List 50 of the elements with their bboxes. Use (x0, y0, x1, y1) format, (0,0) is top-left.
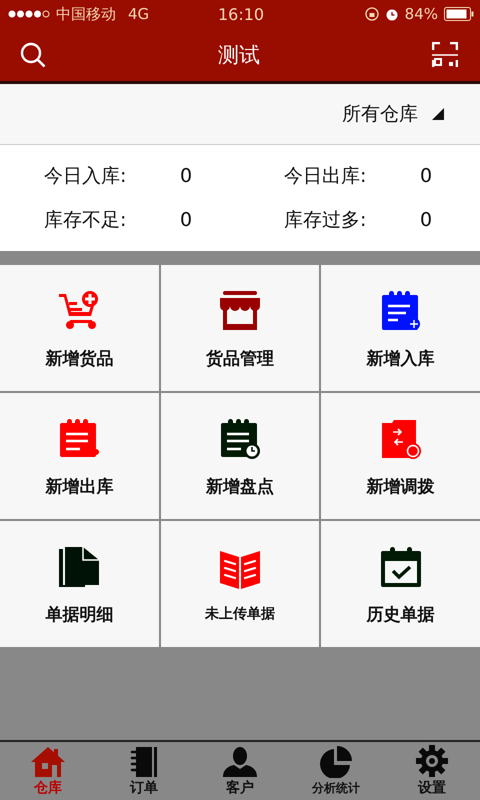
search-button[interactable] (20, 42, 46, 68)
signal-icon (8, 10, 50, 18)
scan-icon (432, 42, 458, 68)
battery-icon (444, 7, 474, 21)
tab[interactable]: 客户 (192, 742, 288, 800)
action-tile[interactable]: 新增入库 (321, 265, 480, 391)
tab[interactable]: 订单 (96, 742, 192, 800)
notebook-icon (130, 747, 158, 777)
action-tile[interactable]: 货品管理 (160, 265, 320, 391)
notepad-plus-icon (380, 290, 421, 330)
stat-label: 库存过多: (284, 208, 368, 233)
notepad-icon (59, 418, 100, 458)
notepad-clock-icon (220, 418, 260, 458)
battery-percent: 84% (404, 5, 438, 23)
tab[interactable]: 分析统计 (288, 742, 384, 800)
stat-label: 今日入库: (44, 164, 128, 189)
settings-icon (416, 745, 448, 777)
cart-plus-icon (59, 290, 100, 330)
action-tile[interactable]: 新增调拨 (321, 393, 480, 519)
stat-value: 0 (180, 165, 192, 187)
action-tile[interactable]: 未上传单据 (160, 521, 320, 647)
action-tile[interactable]: 新增盘点 (160, 393, 320, 519)
action-tile[interactable]: 历史单据 (321, 521, 480, 647)
stat-label: 库存不足: (44, 208, 128, 233)
stat-label: 今日出库: (284, 164, 368, 189)
calendar-check-icon (380, 546, 421, 586)
action-tile[interactable]: 单据明细 (0, 521, 159, 647)
shop-icon (220, 290, 260, 330)
dropdown-triangle-icon (432, 108, 444, 120)
documents-icon (59, 546, 100, 586)
search-icon (20, 42, 46, 68)
alarm-icon (384, 7, 399, 21)
open-book-icon (220, 549, 260, 589)
stat-value: 0 (180, 209, 192, 231)
home-icon (31, 747, 65, 777)
pie-chart-icon (320, 746, 352, 778)
clock-text: 16:10 (218, 4, 264, 24)
person-icon (223, 747, 257, 777)
orientation-lock-icon (364, 7, 379, 21)
action-tile[interactable]: 新增出库 (0, 393, 159, 519)
scan-button[interactable] (432, 42, 458, 68)
carrier-text: 中国移动 (56, 4, 116, 24)
stat-value: 0 (420, 209, 432, 231)
transfer-document-icon (380, 418, 421, 458)
stat-value: 0 (420, 165, 432, 187)
tab[interactable]: 设置 (384, 742, 480, 800)
action-tile[interactable]: 新增货品 (0, 265, 159, 391)
warehouse-dropdown[interactable]: 所有仓库 (0, 84, 480, 144)
network-text: 4G (128, 5, 150, 23)
page-title: 测试 (218, 42, 260, 68)
